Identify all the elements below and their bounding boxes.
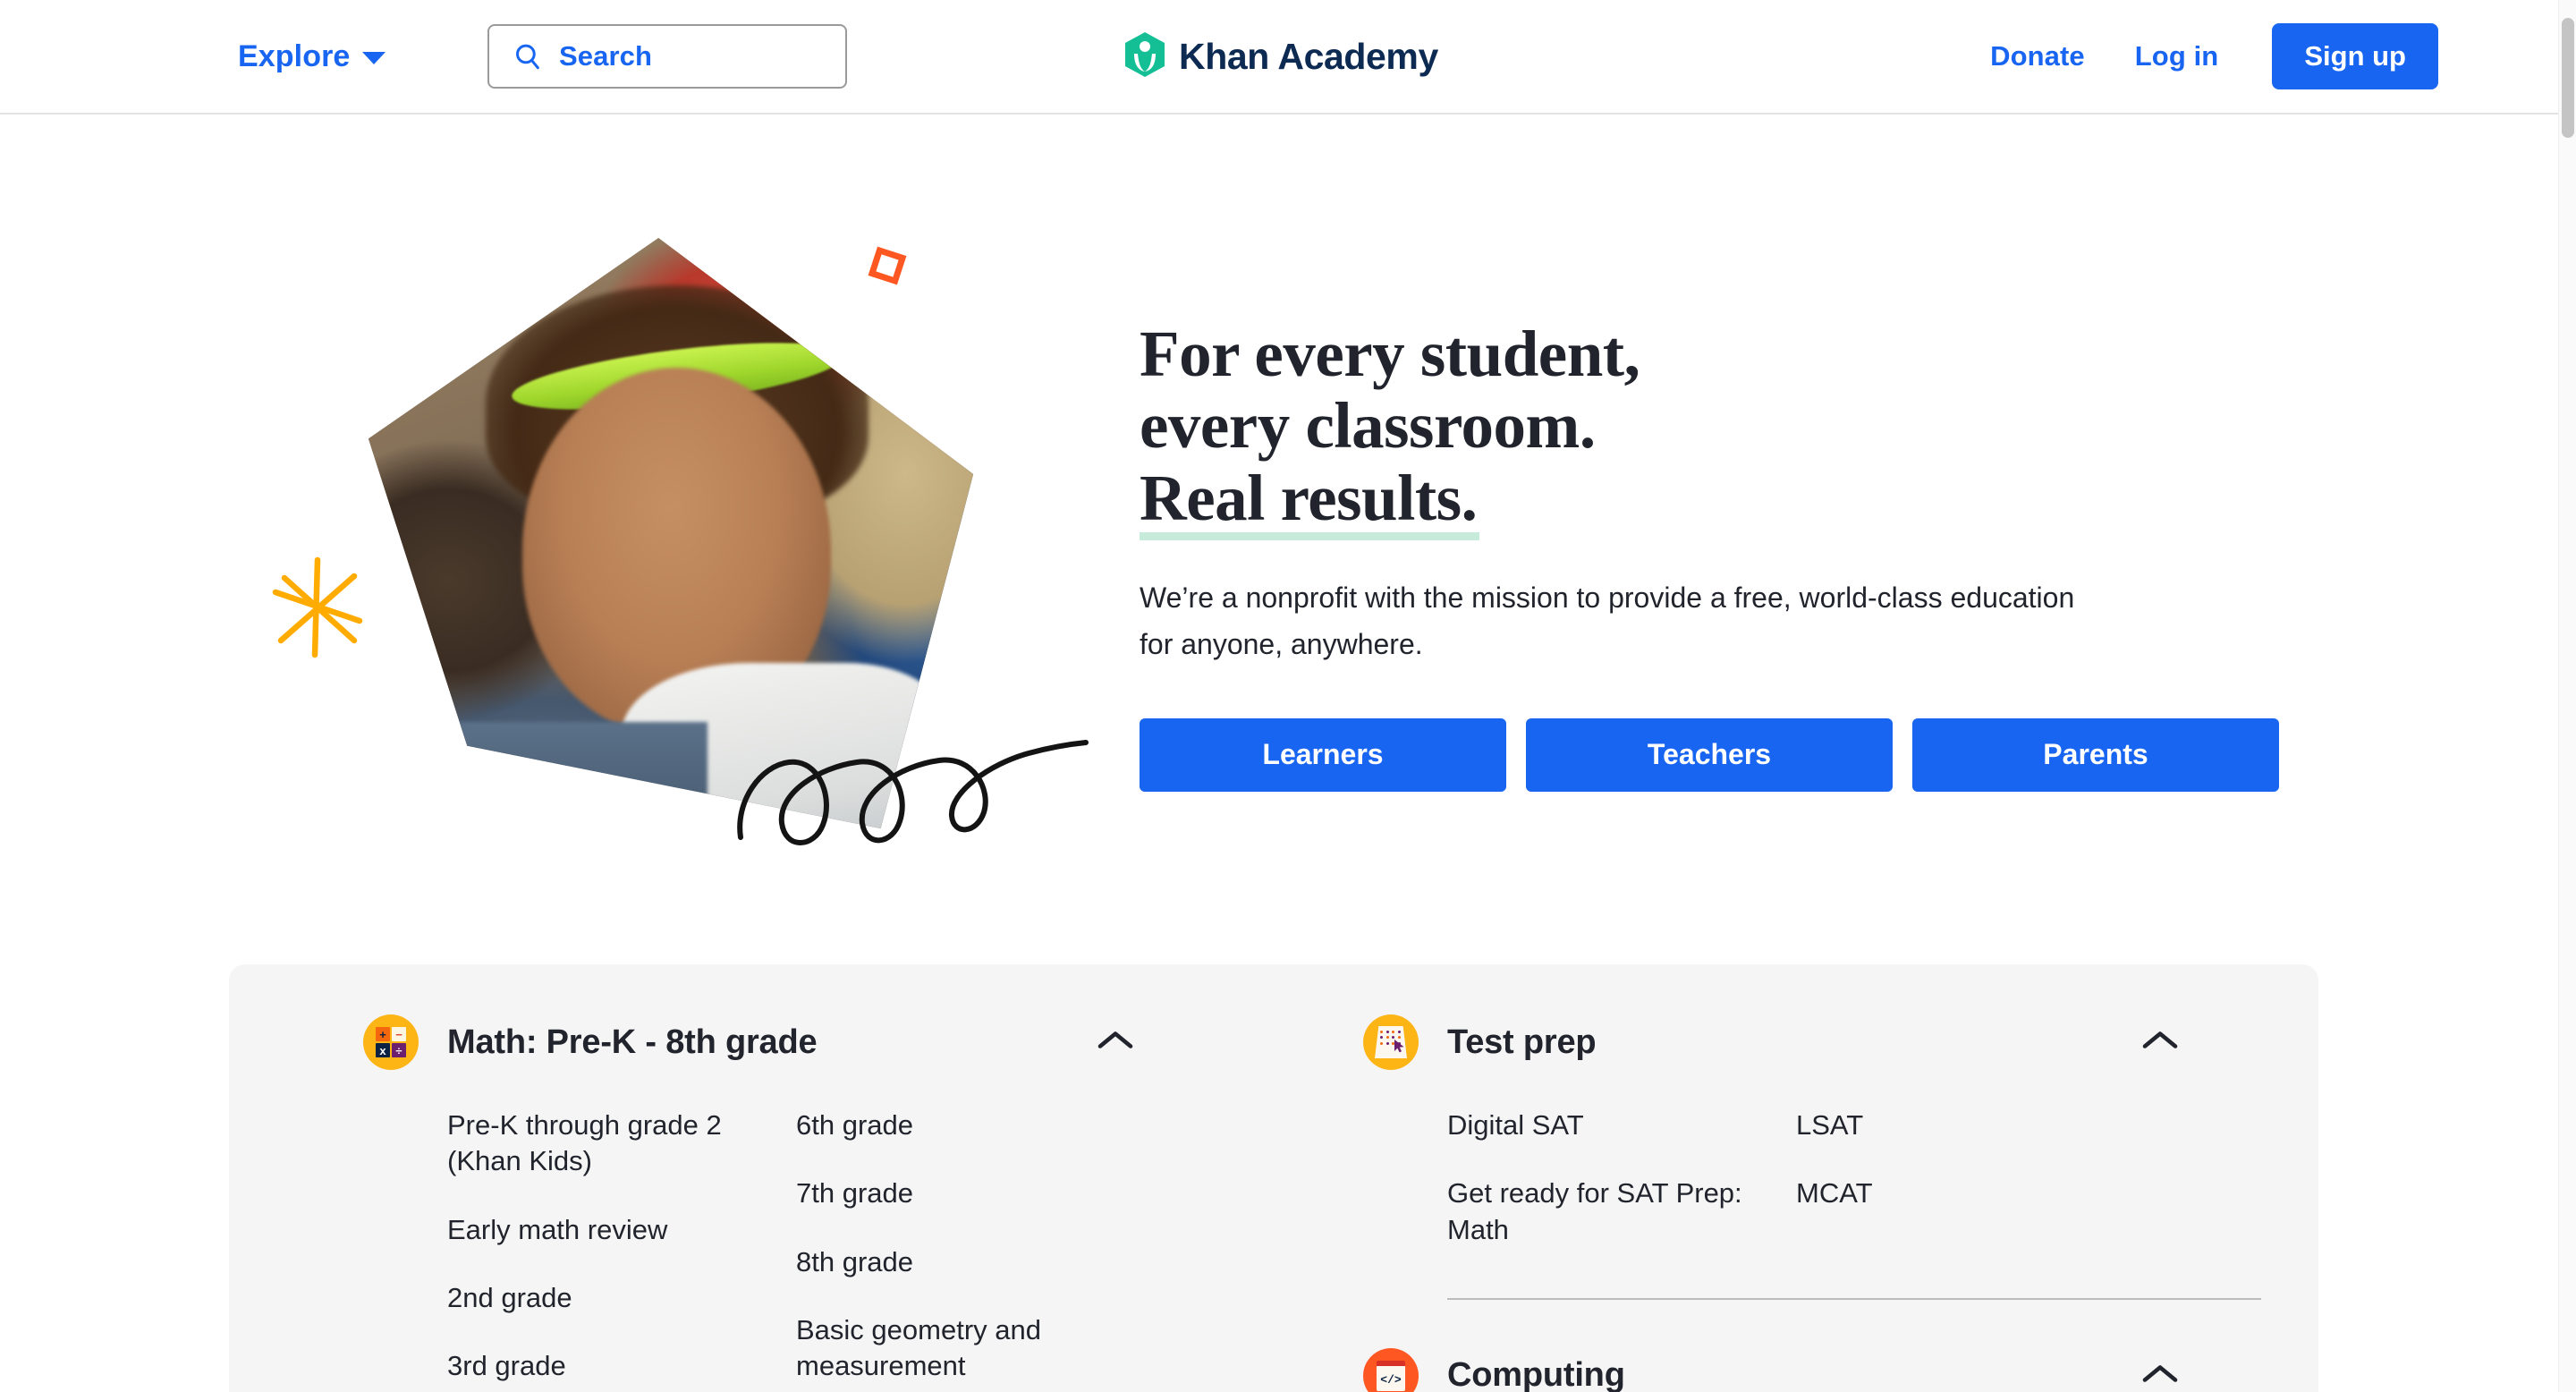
parents-button[interactable]: Parents (1912, 717, 2279, 792)
course-links-test-prep-col-2: LSAT MCAT (1796, 1108, 2145, 1280)
course-link[interactable]: MCAT (1796, 1176, 2091, 1211)
subject-header-test-prep[interactable]: Test prep (1363, 1014, 2220, 1070)
chevron-up-icon[interactable] (2141, 1029, 2179, 1057)
header-nav: Donate Log in Sign up (1965, 23, 2438, 89)
course-links-test-prep: Digital SAT Get ready for SAT Prep: Math… (1363, 1108, 2220, 1280)
course-link[interactable]: 6th grade (796, 1108, 1091, 1143)
yellow-starburst-icon (268, 555, 367, 665)
course-link[interactable]: Early math review (447, 1212, 742, 1248)
courses-column-right: Test prep Digital SAT Get ready for SAT … (1274, 1014, 2318, 1392)
course-link[interactable]: 8th grade (796, 1244, 1091, 1280)
hero-headline: For every student, every classroom. Real… (1140, 318, 2302, 541)
hero-artwork (268, 222, 1091, 893)
teachers-button[interactable]: Teachers (1526, 717, 1893, 792)
vertical-scrollbar[interactable] (2558, 0, 2576, 1392)
subject-title-math: Math: Pre-K - 8th grade (447, 1023, 818, 1061)
course-links-math-col-1: Pre-K through grade 2 (Khan Kids) Early … (447, 1108, 796, 1392)
login-link[interactable]: Log in (2110, 40, 2244, 72)
course-link[interactable]: Pre-K through grade 2 (Khan Kids) (447, 1108, 742, 1180)
bubble-sheet-icon (1363, 1014, 1419, 1070)
courses-column-left: + − x ÷ Math: Pre-K - 8th grade Pre-K th… (229, 1014, 1274, 1392)
learners-button[interactable]: Learners (1140, 717, 1506, 792)
search-icon (513, 41, 543, 72)
hero-section: For every student, every classroom. Real… (0, 115, 2558, 955)
course-links-test-prep-col-1: Digital SAT Get ready for SAT Prep: Math (1447, 1108, 1796, 1280)
courses-card: + − x ÷ Math: Pre-K - 8th grade Pre-K th… (229, 964, 2318, 1392)
subject-title-test-prep: Test prep (1447, 1023, 1597, 1061)
scrollbar-thumb[interactable] (2562, 18, 2574, 138)
course-link[interactable]: Digital SAT (1447, 1108, 1742, 1143)
chevron-up-icon[interactable] (2141, 1362, 2179, 1389)
orange-square-icon (868, 246, 907, 285)
khan-academy-leaf-icon (1125, 31, 1165, 81)
chevron-down-icon (362, 52, 386, 64)
subject-header-computing[interactable]: </> Computing (1363, 1347, 2220, 1392)
hero-subtitle: We’re a nonprofit with the mission to pr… (1140, 581, 2075, 660)
hero-headline-line-1: For every student, (1140, 318, 1640, 390)
course-link[interactable]: 2nd grade (447, 1280, 742, 1316)
hero-headline-line-2: every classroom. (1140, 389, 1596, 463)
course-link[interactable]: Get ready for SAT Prep: Math (1447, 1176, 1742, 1248)
hero-headline-line-3: Real results. (1140, 461, 1480, 541)
course-link[interactable]: 7th grade (796, 1176, 1091, 1211)
search-input[interactable]: Search (487, 24, 847, 89)
site-header: Explore Search Khan Academy Donate Log i… (0, 0, 2558, 115)
chevron-up-icon[interactable] (1097, 1029, 1134, 1057)
code-icon: </> (1363, 1347, 1419, 1392)
subject-header-math[interactable]: + − x ÷ Math: Pre-K - 8th grade (363, 1014, 1175, 1070)
section-divider (1447, 1297, 2261, 1300)
course-link[interactable]: Basic geometry and measurement (796, 1312, 1091, 1385)
brand-name: Khan Academy (1179, 35, 1438, 77)
course-links-math: Pre-K through grade 2 (Khan Kids) Early … (363, 1108, 1175, 1392)
subject-title-computing: Computing (1447, 1356, 1625, 1392)
course-links-math-col-2: 6th grade 7th grade 8th grade Basic geom… (796, 1108, 1145, 1392)
explore-label: Explore (238, 38, 351, 73)
calculator-icon: + − x ÷ (363, 1014, 419, 1070)
signup-button[interactable]: Sign up (2272, 23, 2438, 89)
donate-link[interactable]: Donate (1965, 40, 2110, 72)
khan-academy-logo-link[interactable]: Khan Academy (1125, 31, 1438, 81)
course-link[interactable]: LSAT (1796, 1108, 2091, 1143)
hero-audience-buttons: Learners Teachers Parents (1140, 717, 2302, 792)
courses-grid: + − x ÷ Math: Pre-K - 8th grade Pre-K th… (229, 1014, 2318, 1392)
khan-academy-homepage: Explore Search Khan Academy Donate Log i… (0, 0, 2576, 1392)
course-link[interactable]: 3rd grade (447, 1348, 742, 1384)
explore-menu-button[interactable]: Explore (238, 39, 386, 74)
search-placeholder: Search (559, 40, 652, 72)
hero-copy: For every student, every classroom. Real… (1140, 318, 2302, 792)
black-squiggle-icon (733, 723, 1091, 862)
